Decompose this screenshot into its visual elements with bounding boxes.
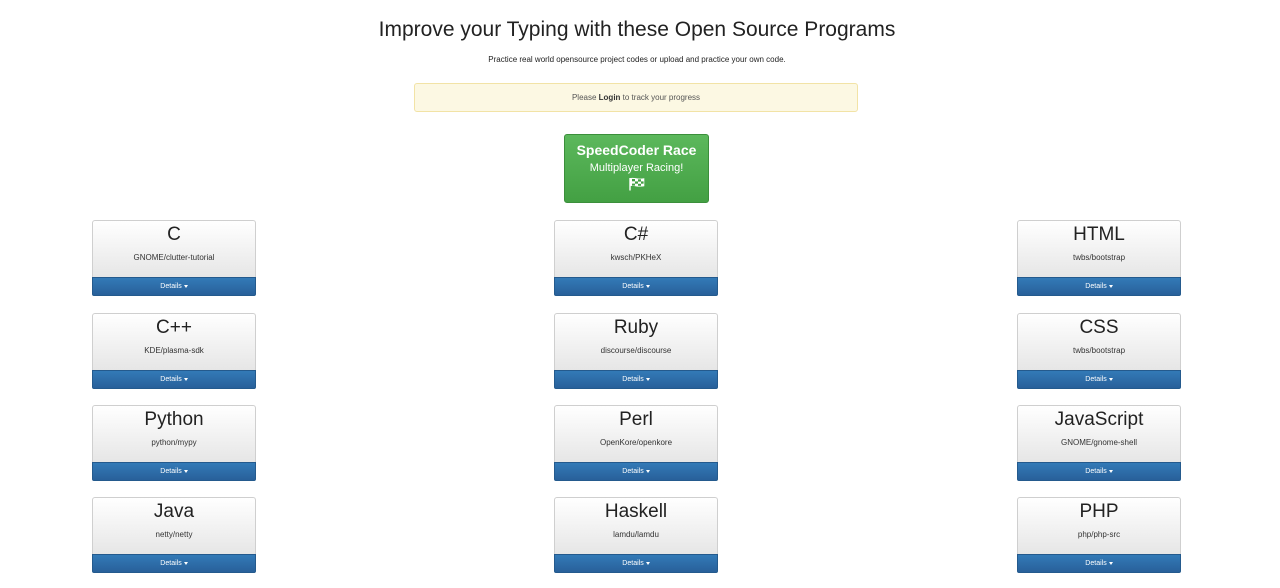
alert-suffix: to track your progress bbox=[620, 93, 701, 102]
details-label: Details bbox=[160, 560, 182, 567]
caret-down-icon bbox=[183, 561, 188, 565]
details-label: Details bbox=[160, 376, 182, 383]
details-button[interactable]: Details bbox=[1017, 277, 1181, 296]
caret-down-icon bbox=[183, 469, 188, 473]
repo-name: php/php-src bbox=[1077, 530, 1121, 539]
details-button[interactable]: Details bbox=[554, 370, 718, 389]
caret-down-icon bbox=[645, 284, 650, 288]
caret-down-icon bbox=[1108, 561, 1113, 565]
details-button[interactable]: Details bbox=[92, 277, 256, 296]
details-button[interactable]: Details bbox=[92, 554, 256, 573]
details-label: Details bbox=[622, 283, 644, 290]
language-card-csharp: C# kwsch/PKHeX Details bbox=[554, 220, 718, 296]
language-name: PHP bbox=[1079, 501, 1119, 522]
language-card-header[interactable]: Java netty/netty bbox=[92, 497, 256, 554]
speedcoder-race-button[interactable]: SpeedCoder Race Multiplayer Racing! bbox=[564, 134, 709, 203]
caret-down-icon bbox=[645, 377, 650, 381]
language-card-header[interactable]: Ruby discourse/discourse bbox=[554, 313, 718, 370]
language-card-ruby: Ruby discourse/discourse Details bbox=[554, 313, 718, 389]
language-name: C bbox=[167, 224, 181, 245]
details-button[interactable]: Details bbox=[1017, 554, 1181, 573]
language-card-header[interactable]: CSS twbs/bootstrap bbox=[1017, 313, 1181, 370]
language-name: Ruby bbox=[613, 317, 659, 338]
details-button[interactable]: Details bbox=[554, 462, 718, 481]
alert-prefix: Please bbox=[571, 93, 599, 102]
language-card-header[interactable]: HTML twbs/bootstrap bbox=[1017, 220, 1181, 277]
details-label: Details bbox=[1085, 283, 1107, 290]
page-subtitle: Practice real world opensource project c… bbox=[488, 55, 786, 64]
details-label: Details bbox=[1085, 376, 1107, 383]
repo-name: OpenKore/openkore bbox=[599, 438, 673, 447]
caret-down-icon bbox=[645, 561, 650, 565]
details-label: Details bbox=[622, 560, 644, 567]
details-label: Details bbox=[160, 283, 182, 290]
language-name: HTML bbox=[1073, 224, 1125, 245]
language-card-header[interactable]: JavaScript GNOME/gnome-shell bbox=[1017, 405, 1181, 462]
language-card-header[interactable]: C++ KDE/plasma-sdk bbox=[92, 313, 256, 370]
repo-name: twbs/bootstrap bbox=[1072, 346, 1126, 355]
caret-down-icon bbox=[1108, 284, 1113, 288]
details-button[interactable]: Details bbox=[554, 277, 718, 296]
repo-name: GNOME/clutter-tutorial bbox=[133, 253, 215, 262]
repo-name: GNOME/gnome-shell bbox=[1060, 438, 1138, 447]
details-button[interactable]: Details bbox=[554, 554, 718, 573]
details-label: Details bbox=[622, 376, 644, 383]
language-card-javascript: JavaScript GNOME/gnome-shell Details bbox=[1017, 405, 1181, 481]
repo-name: lamdu/lamdu bbox=[613, 530, 659, 539]
caret-down-icon bbox=[645, 469, 650, 473]
caret-down-icon bbox=[183, 377, 188, 381]
race-title: SpeedCoder Race bbox=[576, 142, 697, 158]
language-card-cpp: C++ KDE/plasma-sdk Details bbox=[92, 313, 256, 389]
checkered-flag-icon bbox=[628, 177, 644, 191]
repo-name: KDE/plasma-sdk bbox=[144, 346, 204, 355]
language-name: C# bbox=[623, 224, 649, 245]
language-card-html: HTML twbs/bootstrap Details bbox=[1017, 220, 1181, 296]
language-card-header[interactable]: C GNOME/clutter-tutorial bbox=[92, 220, 256, 277]
language-name: CSS bbox=[1079, 317, 1119, 338]
language-name: Python bbox=[144, 409, 204, 430]
details-label: Details bbox=[160, 468, 182, 475]
repo-name: python/mypy bbox=[151, 438, 197, 447]
details-button[interactable]: Details bbox=[1017, 370, 1181, 389]
details-label: Details bbox=[622, 468, 644, 475]
language-card-header[interactable]: Python python/mypy bbox=[92, 405, 256, 462]
language-card-c: C GNOME/clutter-tutorial Details bbox=[92, 220, 256, 296]
language-card-python: Python python/mypy Details bbox=[92, 405, 256, 481]
language-name: Perl bbox=[619, 409, 653, 430]
repo-name: discourse/discourse bbox=[600, 346, 672, 355]
caret-down-icon bbox=[1108, 377, 1113, 381]
details-button[interactable]: Details bbox=[92, 370, 256, 389]
language-card-header[interactable]: C# kwsch/PKHeX bbox=[554, 220, 718, 277]
language-card-haskell: Haskell lamdu/lamdu Details bbox=[554, 497, 718, 573]
language-name: C++ bbox=[156, 317, 192, 338]
language-name: Java bbox=[153, 501, 195, 522]
repo-name: netty/netty bbox=[155, 530, 193, 539]
language-card-java: Java netty/netty Details bbox=[92, 497, 256, 573]
language-card-css: CSS twbs/bootstrap Details bbox=[1017, 313, 1181, 389]
repo-name: twbs/bootstrap bbox=[1072, 253, 1126, 262]
language-name: Haskell bbox=[604, 501, 668, 522]
repo-name: kwsch/PKHeX bbox=[610, 253, 662, 262]
language-card-header[interactable]: Haskell lamdu/lamdu bbox=[554, 497, 718, 554]
language-name: JavaScript bbox=[1054, 409, 1144, 430]
login-link[interactable]: Login bbox=[599, 93, 621, 102]
language-card-perl: Perl OpenKore/openkore Details bbox=[554, 405, 718, 481]
page-title: Improve your Typing with these Open Sour… bbox=[378, 18, 896, 41]
caret-down-icon bbox=[183, 284, 188, 288]
details-label: Details bbox=[1085, 468, 1107, 475]
login-alert: Please Login to track your progress bbox=[414, 83, 858, 112]
language-card-php: PHP php/php-src Details bbox=[1017, 497, 1181, 573]
details-button[interactable]: Details bbox=[1017, 462, 1181, 481]
details-label: Details bbox=[1085, 560, 1107, 567]
language-card-header[interactable]: PHP php/php-src bbox=[1017, 497, 1181, 554]
details-button[interactable]: Details bbox=[92, 462, 256, 481]
caret-down-icon bbox=[1108, 469, 1113, 473]
language-card-header[interactable]: Perl OpenKore/openkore bbox=[554, 405, 718, 462]
race-subtitle: Multiplayer Racing! bbox=[589, 162, 684, 174]
